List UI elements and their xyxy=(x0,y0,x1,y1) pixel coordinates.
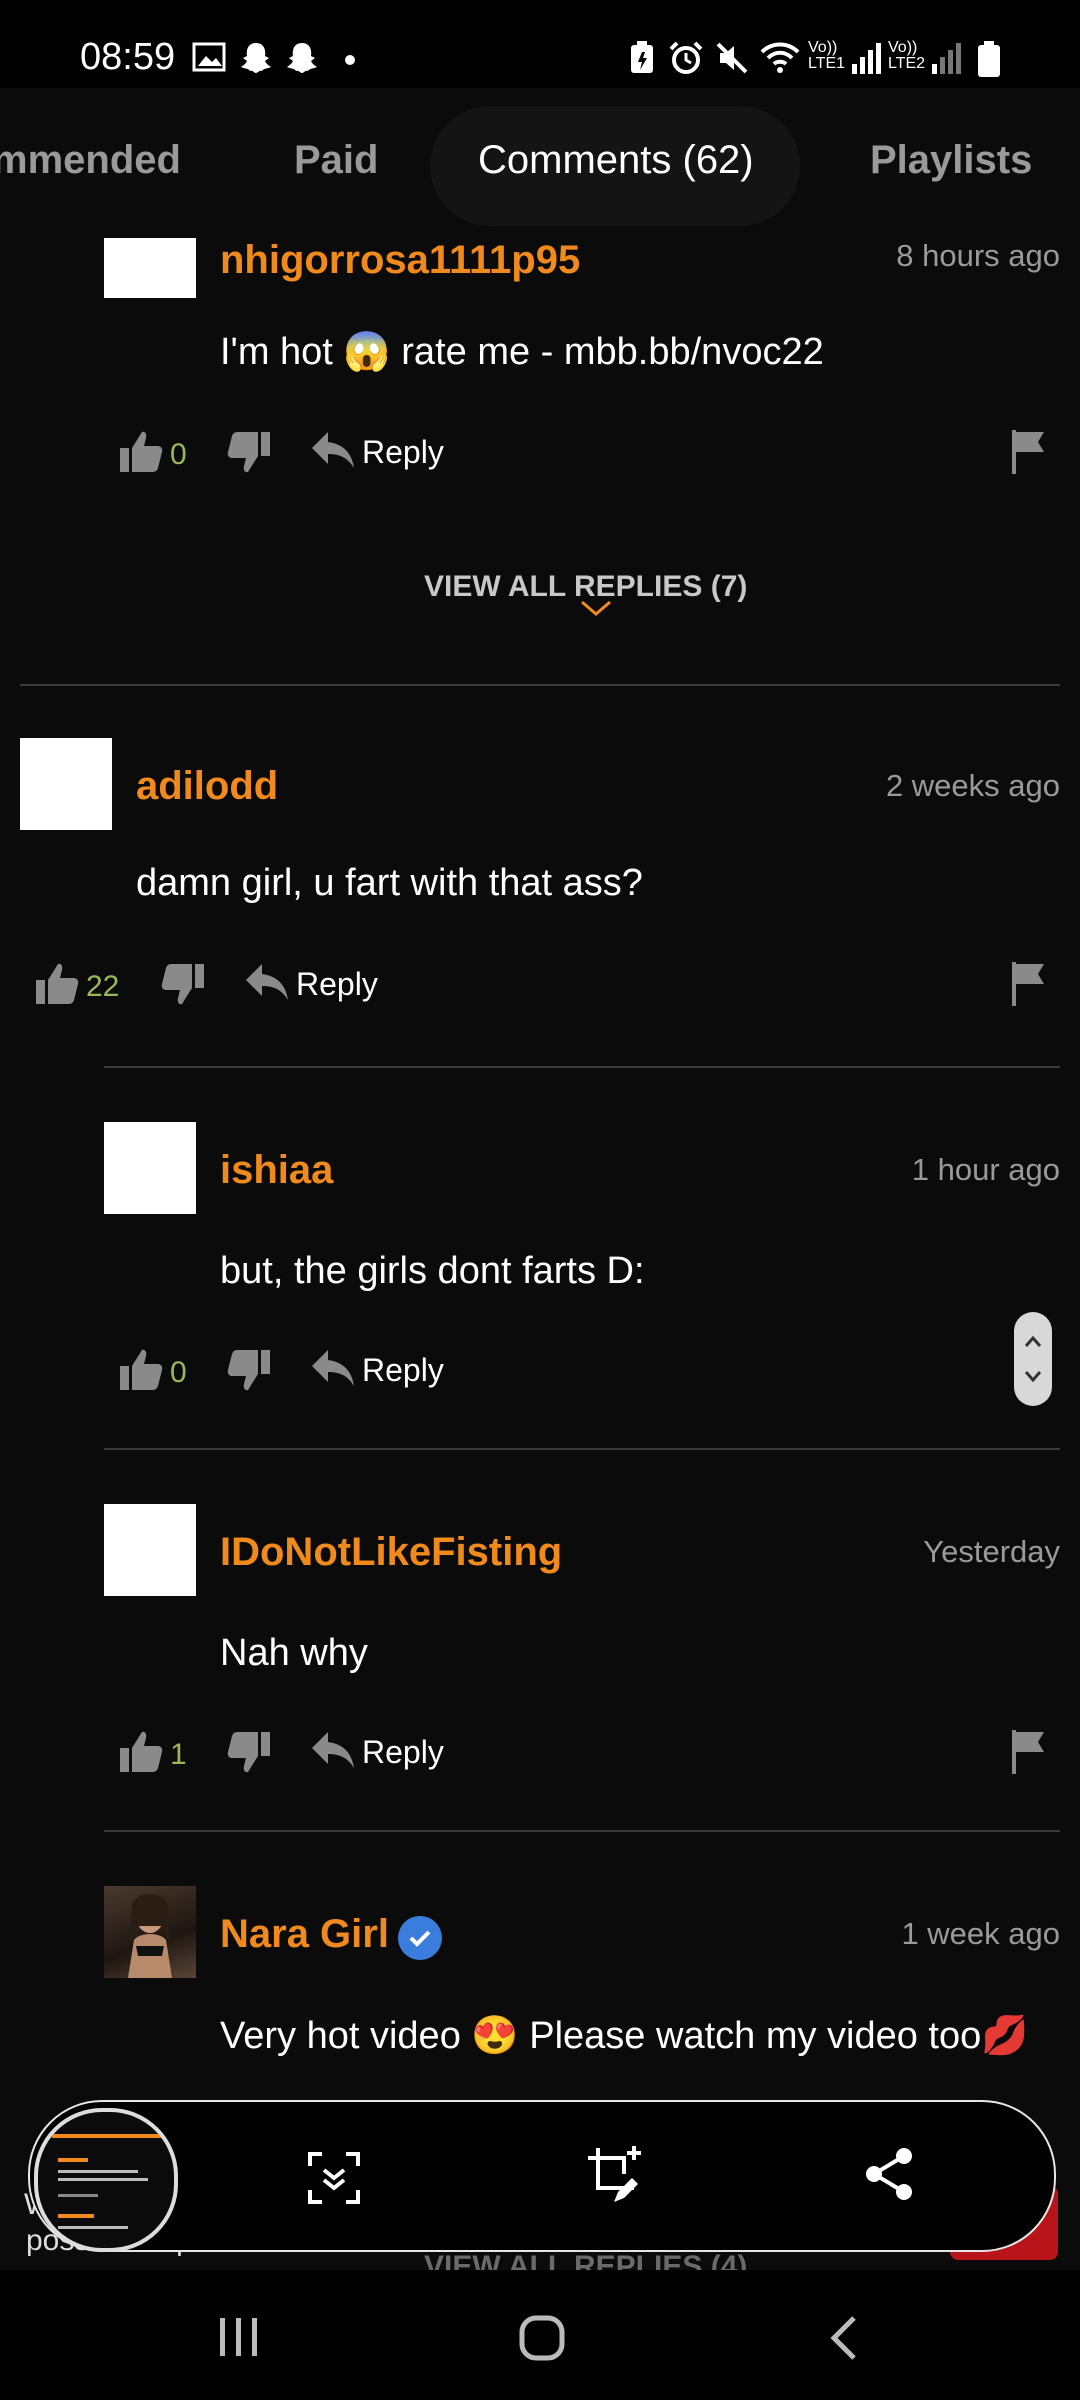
comment-item: IDoNotLikeFisting Yesterday Nah why 1 Re… xyxy=(0,1504,1080,1794)
tab-bar: mmended Paid Comments (62) Playlists xyxy=(0,88,1080,238)
divider xyxy=(104,1830,1060,1832)
flag-icon[interactable] xyxy=(1010,960,1046,1008)
comment-item: adilodd 2 weeks ago damn girl, u fart wi… xyxy=(0,738,1080,1028)
tab-paid[interactable]: Paid xyxy=(294,138,378,183)
comment-text: damn girl, u fart with that ass? xyxy=(136,862,643,904)
comment-text: I'm hot 😱 rate me - mbb.bb/nvoc22 xyxy=(220,331,824,373)
wifi-icon xyxy=(760,40,800,76)
divider xyxy=(20,684,1060,686)
share-icon[interactable] xyxy=(862,2146,916,2202)
signal-lte1-icon xyxy=(850,40,882,76)
status-bar: 08:59 Vo)) LTE1 Vo)) LTE2 xyxy=(0,0,1080,88)
comment-time: 8 hours ago xyxy=(896,238,1060,273)
dot-icon xyxy=(345,55,355,65)
verified-badge-icon xyxy=(398,1916,442,1960)
tab-recommended[interactable]: mmended xyxy=(0,138,181,183)
comment-time: Yesterday xyxy=(923,1534,1060,1569)
comment-username[interactable]: Nara Girl xyxy=(220,1912,389,1957)
tab-comments[interactable]: Comments (62) xyxy=(478,138,754,183)
comment-username[interactable]: ishiaa xyxy=(220,1148,333,1193)
avatar[interactable] xyxy=(104,1122,196,1214)
back-icon[interactable] xyxy=(826,2314,862,2362)
chevron-down-icon xyxy=(580,600,612,618)
reply-button[interactable]: Reply xyxy=(362,1352,444,1389)
thumbs-down-icon[interactable] xyxy=(160,962,206,1008)
reply-icon[interactable] xyxy=(310,1348,356,1388)
like-count: 1 xyxy=(170,1738,187,1771)
comment-time: 1 hour ago xyxy=(911,1152,1060,1187)
comment-item: ishiaa 1 hour ago but, the girls dont fa… xyxy=(0,1122,1080,1412)
comment-username[interactable]: IDoNotLikeFisting xyxy=(220,1530,562,1575)
reply-icon[interactable] xyxy=(310,1730,356,1770)
thumbs-down-icon[interactable] xyxy=(226,1730,272,1776)
reply-button[interactable]: Reply xyxy=(362,1734,444,1771)
snapchat-icon xyxy=(284,40,320,76)
avatar[interactable] xyxy=(104,238,196,298)
comment-username[interactable]: nhigorrosa1111p95 xyxy=(220,238,580,283)
navigation-bar xyxy=(0,2270,1080,2400)
comment-time: 1 week ago xyxy=(901,1916,1060,1951)
screenshot-thumbnail[interactable] xyxy=(34,2108,178,2252)
avatar[interactable] xyxy=(20,738,112,830)
comment-username[interactable]: adilodd xyxy=(136,764,278,809)
home-icon[interactable] xyxy=(518,2314,566,2362)
mute-icon xyxy=(714,40,750,76)
like-count: 22 xyxy=(86,970,120,1003)
thumbs-down-icon[interactable] xyxy=(226,1348,272,1394)
divider xyxy=(104,1448,1060,1450)
battery-icon xyxy=(976,40,1002,77)
comment-text: but, the girls dont farts D: xyxy=(220,1250,645,1292)
alarm-icon xyxy=(668,40,704,76)
recent-apps-icon[interactable] xyxy=(216,2314,262,2360)
thumbs-up-icon[interactable] xyxy=(118,1728,164,1774)
gallery-icon xyxy=(192,40,226,76)
status-time: 08:59 xyxy=(80,36,176,78)
tab-playlists[interactable]: Playlists xyxy=(870,138,1032,183)
lte1-label: Vo)) LTE1 xyxy=(808,39,846,72)
like-count: 0 xyxy=(170,1356,187,1389)
reply-icon[interactable] xyxy=(310,430,356,470)
battery-saver-icon xyxy=(628,40,656,76)
thumbs-up-icon[interactable] xyxy=(118,1346,164,1392)
scroll-capture-icon[interactable] xyxy=(306,2150,362,2206)
reply-button[interactable]: Reply xyxy=(296,966,378,1003)
flag-icon[interactable] xyxy=(1010,1728,1046,1776)
signal-lte2-icon xyxy=(930,40,962,76)
comment-item: nhigorrosa1111p95 8 hours ago I'm hot 😱 … xyxy=(0,238,1080,678)
thumbs-down-icon[interactable] xyxy=(226,430,272,476)
comment-time: 2 weeks ago xyxy=(885,768,1060,803)
divider xyxy=(104,1066,1060,1068)
flag-icon[interactable] xyxy=(1010,428,1046,476)
snapchat-icon xyxy=(238,40,274,76)
comment-text: Nah why xyxy=(220,1632,368,1674)
avatar[interactable] xyxy=(104,1886,196,1978)
reply-icon[interactable] xyxy=(244,962,290,1002)
view-all-replies-button[interactable]: VIEW ALL REPLIES (7) xyxy=(424,570,747,604)
reply-button[interactable]: Reply xyxy=(362,434,444,471)
thumbs-up-icon[interactable] xyxy=(118,428,164,474)
crop-edit-icon[interactable] xyxy=(584,2144,644,2206)
like-count: 0 xyxy=(170,438,187,471)
comment-text: Very hot video 😍 Please watch my video t… xyxy=(220,2015,1029,2057)
fast-scroll-handle[interactable] xyxy=(1014,1312,1052,1406)
lte2-label: Vo)) LTE2 xyxy=(888,39,926,72)
thumbs-up-icon[interactable] xyxy=(34,960,80,1006)
avatar[interactable] xyxy=(104,1504,196,1596)
comment-item: Nara Girl 1 week ago Very hot video 😍 Pl… xyxy=(0,1886,1080,2086)
